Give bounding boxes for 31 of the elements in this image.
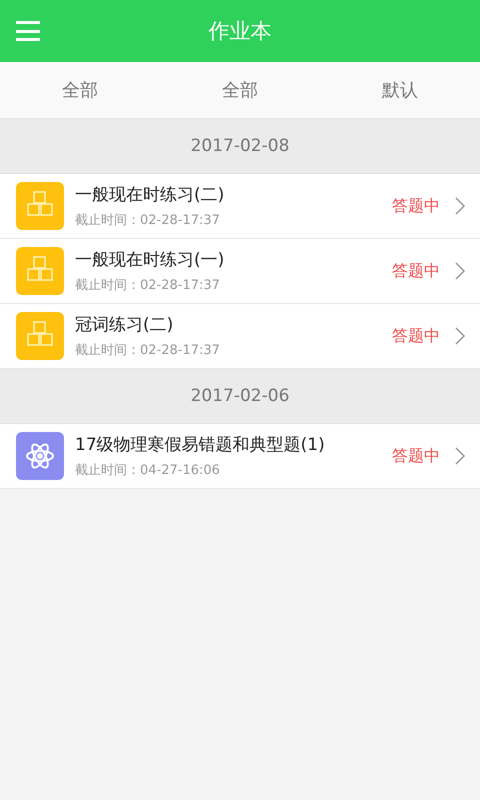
date-header: 2017-02-06 xyxy=(190,386,290,406)
task-item[interactable]: 17级物理寒假易错题和典型题(1) 截止时间：04-27-16:06 答题中 xyxy=(0,424,480,489)
task-item[interactable]: 冠词练习(二) 截止时间：02-28-17:37 答题中 xyxy=(0,304,480,369)
deadline: 截止时间：02-28-17:37 xyxy=(75,342,221,359)
chevron-right-icon xyxy=(454,196,466,216)
deadline: 截止时间：02-28-17:37 xyxy=(75,212,221,229)
atom-icon xyxy=(16,432,64,480)
task-title: 一般现在时练习(二) xyxy=(75,184,226,206)
blocks-icon xyxy=(16,182,64,230)
task-item[interactable]: 一般现在时练习(一) 截止时间：02-28-17:37 答题中 xyxy=(0,239,480,304)
date-header: 2017-02-08 xyxy=(190,136,290,156)
filter-tab[interactable]: 全部 xyxy=(160,62,320,118)
filter-tab[interactable]: 全部 xyxy=(0,62,160,118)
blocks-icon xyxy=(16,247,64,295)
task-title: 17级物理寒假易错题和典型题(1) xyxy=(75,434,326,456)
menu-icon[interactable] xyxy=(16,21,40,41)
task-status: 答题中 xyxy=(392,196,440,216)
filter-tab[interactable]: 默认 xyxy=(320,62,480,118)
chevron-right-icon xyxy=(454,261,466,281)
blocks-icon xyxy=(16,312,64,360)
chevron-right-icon xyxy=(454,446,466,466)
task-status: 答题中 xyxy=(392,260,440,282)
task-status: 答题中 xyxy=(392,326,440,346)
task-item[interactable]: 一般现在时练习(二) 截止时间：02-28-17:37 答题中 xyxy=(0,174,480,239)
deadline: 截止时间：04-27-16:06 xyxy=(75,462,221,479)
task-title: 冠词练习(二) xyxy=(75,314,174,336)
chevron-right-icon xyxy=(454,326,466,346)
task-title: 一般现在时练习(一) xyxy=(75,249,226,271)
deadline: 截止时间：02-28-17:37 xyxy=(75,277,221,294)
task-status: 答题中 xyxy=(392,446,440,466)
page-title: 作业本 xyxy=(208,18,272,45)
